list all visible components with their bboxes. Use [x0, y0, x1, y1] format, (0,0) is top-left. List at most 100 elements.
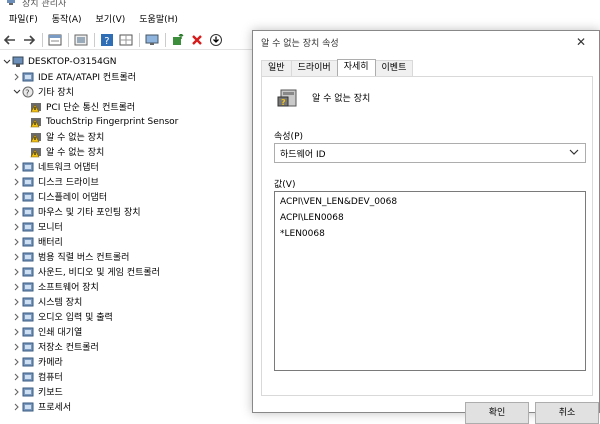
chevron-right-icon[interactable] — [12, 384, 22, 399]
chevron-right-icon[interactable] — [12, 279, 22, 294]
chevron-right-icon[interactable] — [12, 234, 22, 249]
device-item[interactable]: 알 수 없는 장치 — [30, 144, 104, 159]
device-category[interactable]: 범용 직렬 버스 컨트롤러 — [12, 249, 129, 264]
chevron-right-icon[interactable] — [12, 309, 22, 324]
chevron-right-icon[interactable] — [12, 399, 22, 413]
chevron-right-icon[interactable] — [12, 264, 22, 279]
chevron-right-icon[interactable] — [12, 354, 22, 369]
value-list[interactable]: ACPI\VEN_LEN&DEV_0068 ACPI\LEN0068 *LEN0… — [274, 191, 586, 371]
tab-details[interactable]: 자세히 — [336, 59, 376, 76]
value-item[interactable]: ACPI\LEN0068 — [280, 213, 344, 223]
toolbar-divider — [68, 32, 69, 47]
tree-item-label: 기타 장치 — [38, 88, 74, 98]
device-category-icon — [22, 176, 34, 188]
device-category[interactable]: 저장소 컨트롤러 — [12, 339, 99, 354]
device-category[interactable]: 마우스 및 기타 포인팅 장치 — [12, 204, 141, 219]
update-driver-icon[interactable] — [170, 32, 186, 48]
device-category-icon — [22, 326, 34, 338]
monitor-icon[interactable] — [144, 32, 160, 48]
value-item[interactable]: *LEN0068 — [280, 229, 325, 239]
tab-general[interactable]: 일반 — [261, 60, 292, 76]
device-category[interactable]: 소프트웨어 장치 — [12, 279, 99, 294]
device-category[interactable]: 인쇄 대기열 — [12, 324, 82, 339]
uninstall-icon[interactable] — [189, 32, 205, 48]
device-category-icon — [22, 356, 34, 368]
svg-text:?: ? — [104, 36, 109, 46]
tree-item-label: 배터리 — [38, 238, 63, 248]
device-category[interactable]: 배터리 — [12, 234, 63, 249]
forward-arrow-icon[interactable] — [21, 32, 37, 48]
device-name: 알 수 없는 장치 — [312, 94, 371, 104]
tree-item-label: 범용 직렬 버스 컨트롤러 — [38, 253, 130, 263]
chevron-right-icon[interactable] — [12, 219, 22, 234]
device-category[interactable]: ? 기타 장치 — [12, 84, 74, 99]
tree-root[interactable]: DESKTOP-O3154GN — [2, 54, 117, 69]
device-category[interactable]: 사운드, 비디오 및 게임 컨트롤러 — [12, 264, 160, 279]
tree-item-label: 모니터 — [38, 223, 63, 233]
toolbar-divider — [139, 32, 140, 47]
chevron-right-icon[interactable] — [12, 369, 22, 384]
device-category[interactable]: 모니터 — [12, 219, 63, 234]
value-item[interactable]: ACPI\VEN_LEN&DEV_0068 — [280, 197, 397, 207]
chevron-right-icon[interactable] — [12, 294, 22, 309]
menu-help[interactable]: 도움말(H) — [132, 10, 185, 30]
chevron-right-icon[interactable] — [12, 324, 22, 339]
property-label: 속성(P) — [274, 132, 304, 142]
device-category[interactable]: 디스크 드라이브 — [12, 174, 99, 189]
close-icon[interactable]: ✕ — [567, 31, 595, 53]
property-dropdown[interactable]: 하드웨어 ID — [274, 143, 586, 163]
tree-item-label: TouchStrip Fingerprint Sensor — [46, 116, 179, 127]
chevron-right-icon[interactable] — [12, 249, 22, 264]
ok-button[interactable]: 확인 — [465, 402, 529, 424]
device-category[interactable]: 카메라 — [12, 354, 63, 369]
tree-item-label: 알 수 없는 장치 — [46, 148, 105, 158]
dialog-title-bar: 알 수 없는 장치 속성 ✕ — [253, 31, 599, 53]
menu-action[interactable]: 동작(A) — [45, 10, 89, 30]
help-icon[interactable]: ? — [99, 32, 115, 48]
device-category[interactable]: 오디오 입력 및 출력 — [12, 309, 113, 324]
device-category[interactable]: 키보드 — [12, 384, 63, 399]
tree-item-label: 인쇄 대기열 — [38, 328, 83, 338]
device-category[interactable]: 컴퓨터 — [12, 369, 63, 384]
back-arrow-icon[interactable] — [2, 32, 18, 48]
property-dropdown-value: 하드웨어 ID — [280, 149, 326, 160]
tab-driver[interactable]: 드라이버 — [290, 60, 338, 76]
device-category-icon — [22, 236, 34, 248]
device-category[interactable]: 시스템 장치 — [12, 294, 82, 309]
chevron-right-icon[interactable] — [12, 189, 22, 204]
other-devices-icon: ? — [22, 86, 34, 98]
tree-item-label: 디스플레이 어댑터 — [38, 193, 108, 203]
chevron-right-icon[interactable] — [12, 69, 22, 84]
device-item[interactable]: TouchStrip Fingerprint Sensor — [30, 114, 178, 129]
device-category[interactable]: 네트워크 어댑터 — [12, 159, 99, 174]
menu-view[interactable]: 보기(V) — [89, 10, 133, 30]
cancel-button[interactable]: 취소 — [535, 402, 599, 424]
app-title: 장치 관리자 — [22, 0, 67, 9]
menu-file[interactable]: 파일(F) — [2, 10, 45, 30]
device-category-icon — [22, 296, 34, 308]
device-category[interactable]: 프로세서 — [12, 399, 71, 413]
properties-icon[interactable] — [47, 32, 63, 48]
device-category[interactable]: 디스플레이 어댑터 — [12, 189, 107, 204]
chevron-right-icon[interactable] — [12, 174, 22, 189]
scan-icon[interactable] — [73, 32, 89, 48]
device-category-icon — [22, 251, 34, 263]
tab-events[interactable]: 이벤트 — [374, 60, 414, 76]
warning-device-icon — [30, 116, 42, 128]
device-category-icon — [22, 221, 34, 233]
grid-icon[interactable] — [118, 32, 134, 48]
chevron-right-icon[interactable] — [12, 339, 22, 354]
device-category[interactable]: IDE ATA/ATAPI 컨트롤러 — [12, 69, 136, 84]
download-icon[interactable] — [208, 32, 224, 48]
device-category-icon — [22, 311, 34, 323]
chevron-right-icon[interactable] — [12, 159, 22, 174]
chevron-down-icon[interactable] — [12, 84, 22, 99]
tree-item-label: 알 수 없는 장치 — [46, 133, 105, 143]
device-category-icon — [22, 341, 34, 353]
device-item[interactable]: PCI 단순 통신 컨트롤러 — [30, 99, 135, 114]
chevron-down-icon[interactable] — [2, 54, 12, 69]
tree-item-label: 컴퓨터 — [38, 373, 63, 383]
toolbar-divider — [42, 32, 43, 47]
device-item[interactable]: 알 수 없는 장치 — [30, 129, 104, 144]
chevron-right-icon[interactable] — [12, 204, 22, 219]
